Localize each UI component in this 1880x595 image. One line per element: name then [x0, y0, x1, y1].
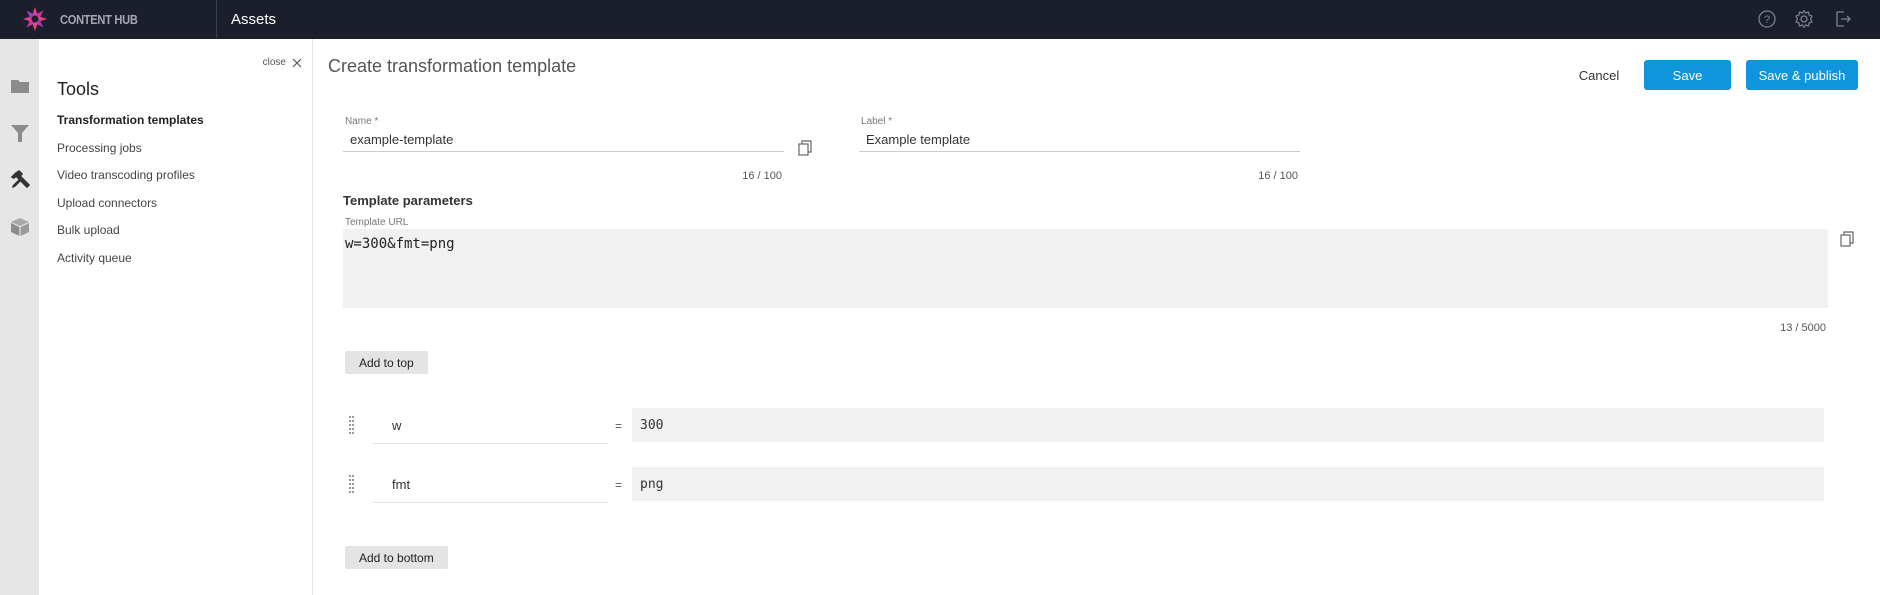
- param-key-input[interactable]: [372, 408, 608, 444]
- tools-title: Tools: [57, 79, 100, 99]
- cancel-button[interactable]: Cancel: [1564, 60, 1634, 90]
- label-input[interactable]: [859, 128, 1300, 152]
- tools-item-upload-connectors[interactable]: Upload connectors: [57, 196, 204, 224]
- close-label: close: [262, 57, 286, 68]
- page-title: Create transformation template: [328, 56, 577, 76]
- help-icon[interactable]: ?: [1757, 9, 1777, 29]
- param-key-input[interactable]: [372, 467, 608, 503]
- tools-item-video-transcoding-profiles[interactable]: Video transcoding profiles: [57, 168, 204, 196]
- copy-icon[interactable]: [1840, 231, 1854, 247]
- param-value-input[interactable]: [632, 408, 1824, 442]
- drag-handle-icon[interactable]: [349, 416, 354, 434]
- close-panel-button[interactable]: close: [263, 57, 302, 68]
- template-parameters-heading: Template parameters: [343, 193, 473, 208]
- drag-handle-icon[interactable]: [349, 475, 354, 493]
- top-bar: CONTENT HUB Assets ?: [0, 0, 1880, 39]
- topbar-divider: [216, 0, 217, 39]
- template-url-label: Template URL: [345, 217, 409, 228]
- tools-list: Transformation templates Processing jobs…: [57, 113, 204, 278]
- settings-icon[interactable]: [1794, 9, 1814, 29]
- filter-icon[interactable]: [9, 122, 31, 144]
- param-row: =: [343, 467, 1824, 503]
- template-url-input[interactable]: w=300&fmt=png: [343, 229, 1828, 308]
- add-to-top-button[interactable]: Add to top: [345, 351, 428, 374]
- package-icon[interactable]: [9, 216, 31, 238]
- tools-icon[interactable]: [9, 169, 31, 191]
- name-char-counter: 16 / 100: [742, 170, 782, 182]
- folder-icon[interactable]: [9, 75, 31, 97]
- copy-icon[interactable]: [798, 140, 812, 156]
- name-input[interactable]: [343, 128, 784, 152]
- param-equals: =: [615, 478, 623, 492]
- label-field-label: Label *: [861, 116, 893, 127]
- tools-panel: close Tools Transformation templates Pro…: [39, 39, 313, 595]
- add-to-bottom-button[interactable]: Add to bottom: [345, 546, 448, 569]
- tools-item-bulk-upload[interactable]: Bulk upload: [57, 223, 204, 251]
- section-title[interactable]: Assets: [231, 11, 276, 28]
- svg-text:?: ?: [1764, 14, 1770, 26]
- tools-item-transformation-templates[interactable]: Transformation templates: [57, 113, 204, 141]
- param-row: =: [343, 408, 1824, 444]
- url-char-counter: 13 / 5000: [1780, 322, 1826, 334]
- save-button[interactable]: Save: [1644, 60, 1731, 90]
- content-hub-logo-icon: [23, 7, 47, 31]
- param-value-input[interactable]: [632, 467, 1824, 501]
- save-publish-button[interactable]: Save & publish: [1746, 60, 1858, 90]
- name-field-label: Name *: [345, 116, 379, 127]
- tools-item-activity-queue[interactable]: Activity queue: [57, 251, 204, 279]
- close-icon: [292, 58, 302, 67]
- left-rail: [0, 39, 39, 595]
- brand-name: CONTENT HUB: [60, 12, 138, 27]
- logout-icon[interactable]: [1833, 9, 1853, 29]
- label-char-counter: 16 / 100: [1258, 170, 1298, 182]
- tools-item-processing-jobs[interactable]: Processing jobs: [57, 141, 204, 169]
- main-content: Create transformation template Cancel Sa…: [314, 39, 1880, 595]
- param-equals: =: [615, 419, 623, 433]
